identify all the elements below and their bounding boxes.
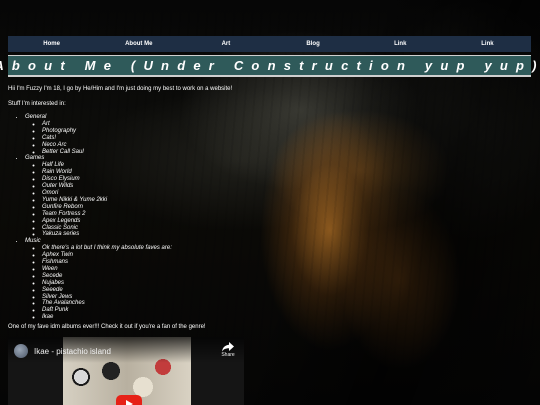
- page-content: Home About Me Art Blog Link Link About M…: [0, 0, 540, 405]
- interests-heading: Stuff I'm interested in:: [8, 101, 66, 107]
- list-item: Gunfire Reborn: [42, 204, 172, 211]
- category-label: General: [25, 114, 47, 120]
- intro-text: Hii I'm Fuzzy I'm 18, I go by He/Him and…: [8, 86, 233, 92]
- share-icon: [222, 342, 234, 352]
- nav-art-link[interactable]: Art: [182, 41, 269, 47]
- share-button[interactable]: Share: [220, 342, 236, 360]
- nav-about-link[interactable]: About Me: [95, 41, 182, 47]
- channel-avatar[interactable]: [14, 344, 28, 358]
- list-item: Omori: [42, 190, 172, 197]
- list-item: Silver Jews: [42, 294, 172, 301]
- navbar: Home About Me Art Blog Link Link: [8, 36, 531, 52]
- category-games: Games Half Life Rain World Disco Elysium…: [25, 155, 172, 238]
- list-item: Photography: [42, 128, 172, 135]
- nav-blog-link[interactable]: Blog: [270, 41, 357, 47]
- list-item: Art: [42, 121, 172, 128]
- list-item: Neco Arc: [42, 142, 172, 149]
- list-item: Outer Wilds: [42, 183, 172, 190]
- category-music: Music Ok there's a lot but I think my ab…: [25, 238, 172, 321]
- nav-link-2[interactable]: Link: [444, 41, 531, 47]
- share-label: Share: [221, 352, 235, 358]
- list-item: Half Life: [42, 162, 172, 169]
- list-item: Better Call Saul: [42, 149, 172, 156]
- video-title[interactable]: Ikae - pistachio island: [34, 347, 111, 356]
- list-item: Rain World: [42, 169, 172, 176]
- video-embed[interactable]: Ikae - pistachio island Share: [8, 337, 244, 405]
- list-item: Yume Nikki & Yume 2kki: [42, 197, 172, 204]
- interests-list: General Art Photography Cats! Neco Arc B…: [16, 114, 172, 321]
- list-item: Daft Punk: [42, 307, 172, 314]
- list-item: Aphex Twin: [42, 252, 172, 259]
- list-item: Fishmans: [42, 259, 172, 266]
- games-items: Half Life Rain World Disco Elysium Outer…: [25, 162, 172, 238]
- category-general: General Art Photography Cats! Neco Arc B…: [25, 114, 172, 155]
- list-item: Apex Legends: [42, 218, 172, 225]
- list-item: Ok there's a lot but I think my absolute…: [42, 245, 172, 252]
- list-item: Ikae: [42, 314, 172, 321]
- album-recommendation-text: One of my fave idm albums ever!!! Check …: [8, 324, 206, 330]
- list-item: Secede: [42, 273, 172, 280]
- list-item: Classic Sonic: [42, 225, 172, 232]
- music-items: Ok there's a lot but I think my absolute…: [25, 245, 172, 321]
- category-label: Music: [25, 238, 41, 245]
- page-title: About Me (Under Construction yup yup): [0, 58, 540, 73]
- play-button[interactable]: [116, 395, 142, 405]
- nav-home-link[interactable]: Home: [8, 41, 95, 47]
- list-item: Cats!: [42, 135, 172, 142]
- category-label: Games: [25, 155, 45, 162]
- list-item: Ween: [42, 266, 172, 273]
- list-item: Seeede: [42, 287, 172, 294]
- list-item: Disco Elysium: [42, 176, 172, 183]
- list-item: Team Fortress 2: [42, 211, 172, 218]
- nav-link-1[interactable]: Link: [357, 41, 444, 47]
- list-item: The Avalanches: [42, 300, 172, 307]
- page-title-bar: About Me (Under Construction yup yup): [0, 55, 536, 77]
- list-item: Nujabes: [42, 280, 172, 287]
- list-item: Yakuza series: [42, 231, 172, 238]
- general-items: Art Photography Cats! Neco Arc Better Ca…: [25, 121, 172, 156]
